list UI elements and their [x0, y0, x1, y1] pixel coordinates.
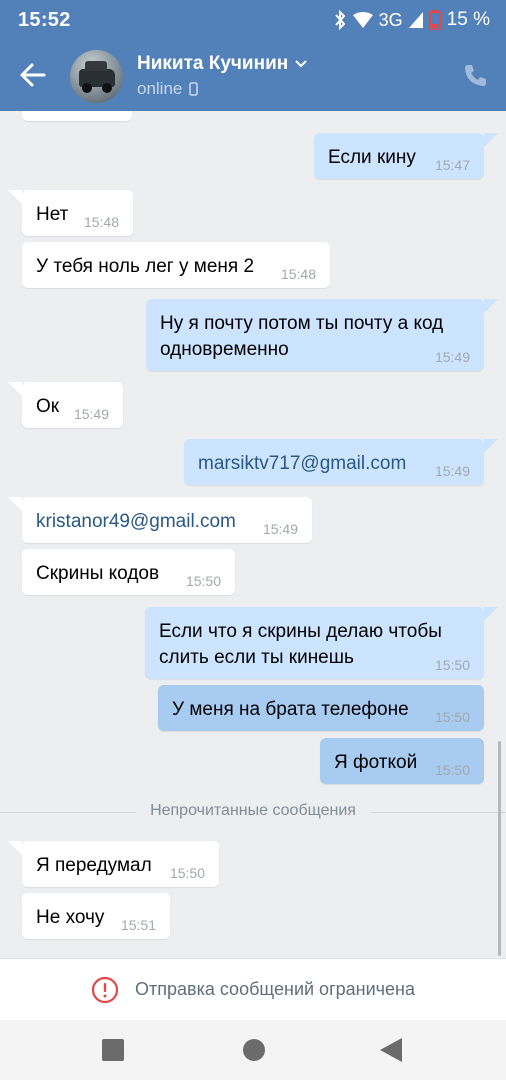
- message-text: Я фоткой: [334, 752, 418, 773]
- message-time: 15:48: [83, 214, 119, 230]
- message-time: 15:50: [434, 709, 470, 725]
- message-bubble[interactable]: Если что я скрины делаю чтобы слить если…: [145, 607, 484, 679]
- contact-name[interactable]: Никита Кучинин: [137, 53, 308, 75]
- presence-text: online: [137, 79, 183, 98]
- message-time: 15:50: [169, 865, 205, 881]
- battery-level: 15 %: [446, 9, 490, 30]
- mobile-icon: [189, 82, 199, 96]
- message-bubble[interactable]: Ну я почту потом ты почту а код одноврем…: [146, 299, 484, 371]
- bluetooth-icon: [334, 10, 346, 30]
- message-time: 15:49: [434, 463, 470, 479]
- status-time: 15:52: [18, 9, 71, 31]
- presence-status: online: [137, 79, 199, 99]
- messaging-restricted-bar: Отправка сообщений ограничена: [0, 958, 506, 1020]
- message-bubble[interactable]: Ок 15:49: [22, 382, 123, 428]
- bubble-tail: [8, 190, 22, 204]
- warning-icon: [91, 976, 119, 1003]
- battery-icon: [428, 10, 441, 30]
- message-time: 15:49: [434, 349, 470, 365]
- home-button[interactable]: [243, 1039, 265, 1061]
- phone-icon[interactable]: [462, 62, 488, 88]
- signal-icon: [408, 12, 423, 28]
- back-arrow-icon[interactable]: [18, 60, 48, 90]
- email-link[interactable]: marsiktv717@gmail.com: [198, 453, 406, 474]
- status-icons: 3G 15 %: [333, 9, 490, 31]
- message-text: Скрины кодов: [36, 563, 160, 584]
- recents-button[interactable]: [102, 1039, 124, 1061]
- message-bubble[interactable]: marsiktv717@gmail.com 15:49: [184, 439, 484, 485]
- message-time: 15:48: [280, 266, 316, 282]
- message-bubble[interactable]: Не хочу 15:51: [22, 893, 170, 939]
- message-bubble[interactable]: Нет 15:48: [22, 190, 133, 236]
- message-bubble[interactable]: У тебя ноль лег у меня 2 15:48: [22, 242, 330, 288]
- unread-divider: Непрочитанные сообщения: [0, 800, 506, 824]
- message-text: У тебя ноль лег у меня 2: [36, 256, 255, 277]
- unread-divider-label: Непрочитанные сообщения: [136, 802, 370, 819]
- message-text: Нет: [36, 204, 69, 225]
- message-text: Если кину: [328, 147, 416, 168]
- message-bubble[interactable]: kristanor49@gmail.com 15:49: [22, 497, 312, 543]
- message-time: 15:50: [434, 657, 470, 673]
- bubble-tail: [484, 133, 498, 147]
- message-list[interactable]: Если кину 15:47 Нет 15:48 У тебя ноль ле…: [0, 111, 506, 958]
- restriction-text: Отправка сообщений ограничена: [135, 979, 415, 999]
- contact-name-text: Никита Кучинин: [137, 53, 289, 74]
- message-time: 15:50: [434, 762, 470, 778]
- message-bubble[interactable]: Я фоткой 15:50: [320, 738, 484, 784]
- bubble-tail: [484, 607, 498, 621]
- message-partial[interactable]: [22, 111, 132, 121]
- message-bubble[interactable]: Я передумал 15:50: [22, 841, 219, 887]
- bubble-tail: [8, 841, 22, 855]
- bubble-tail: [484, 439, 498, 453]
- message-text: одновременно: [160, 339, 289, 360]
- scrollbar[interactable]: [498, 741, 501, 956]
- message-time: 15:50: [185, 573, 221, 589]
- message-text: Не хочу: [36, 907, 105, 928]
- message-text: Ну я почту потом ты почту а код: [160, 313, 444, 334]
- message-text: слить если ты кинешь: [159, 647, 354, 668]
- message-time: 15:51: [120, 917, 156, 933]
- message-time: 15:49: [73, 406, 109, 422]
- avatar[interactable]: [70, 50, 123, 103]
- app-header: 15:52 3G 15 % Никита Кучинин online: [0, 0, 506, 111]
- status-bar: 15:52 3G 15 %: [0, 0, 506, 42]
- message-bubble[interactable]: Скрины кодов 15:50: [22, 549, 235, 595]
- chevron-down-icon: [295, 60, 307, 68]
- bubble-tail: [484, 299, 498, 313]
- network-type: 3G: [378, 9, 403, 30]
- message-time: 15:49: [262, 521, 298, 537]
- message-text: Ок: [36, 396, 60, 417]
- email-link[interactable]: kristanor49@gmail.com: [36, 511, 236, 532]
- message-text: Я передумал: [36, 855, 152, 876]
- message-time: 15:47: [434, 157, 470, 173]
- message-text: Если что я скрины делаю чтобы: [159, 621, 442, 642]
- message-bubble[interactable]: У меня на брата телефоне 15:50: [158, 685, 484, 731]
- bubble-tail: [8, 497, 22, 511]
- bubble-tail: [8, 382, 22, 396]
- chat-header: Никита Кучинин online: [0, 42, 506, 111]
- system-nav-bar: [0, 1020, 506, 1080]
- message-bubble[interactable]: Если кину 15:47: [314, 133, 484, 179]
- wifi-icon: [352, 12, 373, 28]
- back-button[interactable]: [380, 1038, 402, 1062]
- message-text: У меня на брата телефоне: [172, 699, 409, 720]
